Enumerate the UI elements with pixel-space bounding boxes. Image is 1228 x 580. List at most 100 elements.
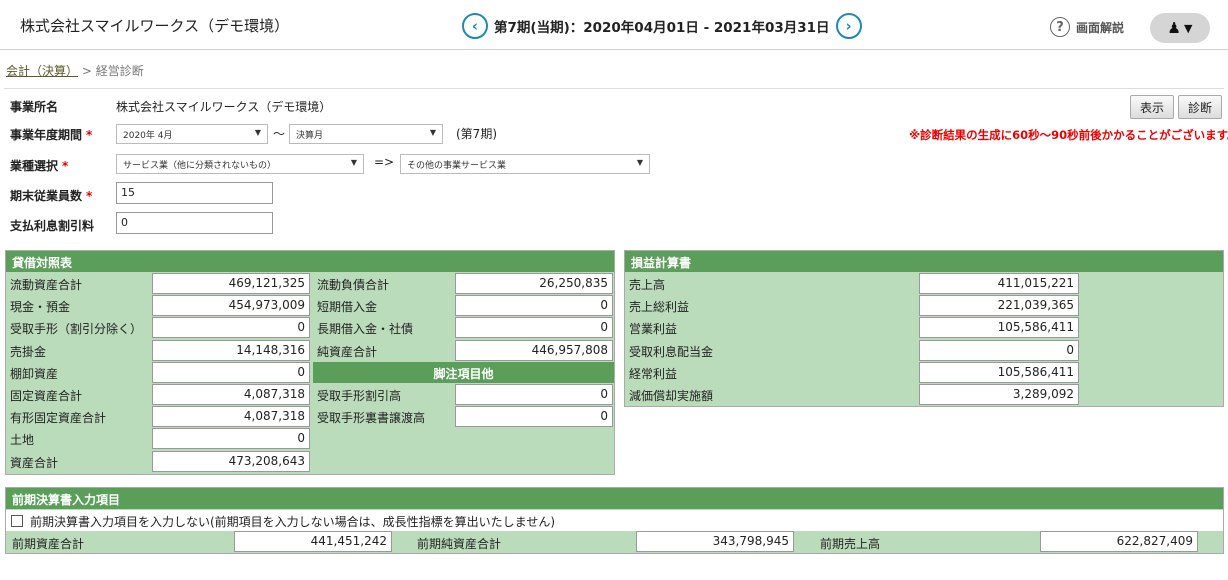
note-item-value[interactable]: 0: [455, 406, 613, 428]
previous-item-value[interactable]: 441,451,242: [234, 531, 392, 552]
income-item-value[interactable]: 105,586,411: [919, 361, 1079, 383]
income-item-label: 売上高: [629, 278, 666, 292]
balance-item-value[interactable]: 4,087,318: [152, 384, 310, 405]
income-item-value[interactable]: 0: [919, 339, 1079, 361]
previous-item-value[interactable]: 622,827,409: [1040, 531, 1198, 552]
breadcrumb-link-accounting[interactable]: 会計（決算）: [6, 64, 78, 78]
employees-label-text: 期末従業員数: [10, 189, 83, 203]
user-icon: ♟: [1167, 19, 1181, 37]
industry-sub-value: その他の事業サービス業: [407, 161, 507, 171]
industry-arrow: =>: [374, 155, 395, 169]
income-item-value[interactable]: 221,039,365: [919, 295, 1079, 317]
next-period-icon[interactable]: ›: [835, 13, 862, 39]
balance-item-value[interactable]: 14,148,316: [152, 339, 310, 361]
notice-text: ※診断結果の生成に60秒〜90秒前後かかることがございます。: [909, 128, 1228, 142]
balance-sheet-title: 貸借対照表: [6, 251, 614, 272]
note-item-value[interactable]: 0: [455, 384, 613, 405]
income-item-label: 受取利息配当金: [629, 344, 714, 359]
balance-item-label: 固定資産合計: [10, 389, 83, 403]
previous-item-label: 前期資産合計: [12, 537, 85, 551]
industry-sub-select[interactable]: その他の事業サービス業 ▼: [400, 154, 650, 174]
employees-label: 期末従業員数 *: [10, 189, 93, 203]
liability-item-value[interactable]: 0: [455, 295, 613, 317]
help-label: 画面解説: [1076, 20, 1125, 35]
balance-item-value[interactable]: 0: [152, 428, 310, 450]
question-icon: ?: [1050, 17, 1070, 37]
note-item-label: 受取手形割引高: [317, 389, 402, 403]
notes-title: 脚注項目他: [313, 362, 614, 383]
dropdown-arrow-icon: ▼: [429, 128, 436, 137]
balance-item-label: 土地: [10, 433, 35, 448]
period-to-select[interactable]: 決算月 ▼: [289, 124, 443, 144]
balance-item-label: 流動資産合計: [10, 278, 83, 292]
income-statement-title: 損益計算書: [625, 251, 1223, 272]
breadcrumb-current: > 経営診断: [81, 64, 144, 78]
balance-item-value[interactable]: 0: [152, 361, 310, 383]
dropdown-arrow-icon: ▼: [350, 158, 357, 167]
balance-sheet-panel: 貸借対照表 流動資産合計 469,121,325 現金・預金 454,973,009 受…: [5, 250, 615, 475]
income-item-label: 減価償却実施額: [629, 389, 714, 403]
previous-item-label: 前期売上高: [820, 537, 881, 551]
balance-item-value[interactable]: 469,121,325: [152, 273, 310, 294]
prev-period-icon[interactable]: ‹: [462, 13, 488, 39]
caret-down-icon: ▼: [1183, 21, 1193, 35]
previous-item-value[interactable]: 343,798,945: [636, 531, 794, 552]
liability-item-label: 短期借入金: [317, 300, 378, 315]
note-item-label: 受取手形裏書譲渡高: [317, 411, 426, 426]
income-item-value[interactable]: 411,015,221: [919, 273, 1079, 294]
balance-item-value[interactable]: 454,973,009: [152, 295, 310, 317]
help-button[interactable]: ? 画面解説: [1050, 17, 1124, 37]
previous-item-label: 前期純資産合計: [417, 537, 502, 551]
diagnose-button[interactable]: 診断: [1178, 95, 1222, 119]
interest-input[interactable]: 0: [116, 212, 273, 234]
office-value: 株式会社スマイルワークス（デモ環境）: [116, 100, 332, 114]
liability-item-value[interactable]: 0: [455, 317, 613, 339]
balance-item-label: 売掛金: [10, 344, 47, 359]
balance-item-label: 有形固定資産合計: [10, 411, 107, 426]
income-item-value[interactable]: 105,586,411: [919, 317, 1079, 339]
period-label: 第7期(当期)：2020年04月01日 - 2021年03月31日: [494, 20, 830, 36]
industry-label-text: 業種選択: [10, 159, 59, 173]
liability-item-label: 長期借入金・社債: [317, 322, 414, 337]
liability-item-value[interactable]: 26,250,835: [455, 273, 613, 294]
dropdown-arrow-icon: ▼: [636, 158, 643, 167]
liability-item-label: 流動負債合計: [317, 278, 390, 292]
breadcrumb: 会計（決算） > 経営診断: [6, 62, 144, 79]
previous-period-title: 前期決算書入力項目: [6, 488, 1223, 509]
industry-main-value: サービス業（他に分類されないもの）: [123, 161, 277, 171]
balance-item-value[interactable]: 0: [152, 317, 310, 339]
app-header: 株式会社スマイルワークス（デモ環境） ‹ 第7期(当期)：2020年04月01日…: [0, 0, 1228, 50]
income-statement-panel: 損益計算書 売上高 411,015,221 売上総利益 221,039,365 営業利益…: [624, 250, 1224, 407]
balance-item-label: 棚卸資産: [10, 366, 59, 381]
period-from-select[interactable]: 2020年 4月 ▼: [116, 124, 268, 144]
divider: [4, 88, 1224, 89]
period-to-value: 決算月: [296, 131, 324, 141]
income-item-label: 売上総利益: [629, 300, 690, 315]
period-term: (第7期): [456, 127, 497, 141]
fiscal-period-label: 事業年度期間 *: [10, 128, 93, 142]
previous-period-panel: 前期決算書入力項目 前期決算書入力項目を入力しない(前期項目を入力しない場合は、…: [5, 487, 1224, 554]
period-nav: ‹ 第7期(当期)：2020年04月01日 - 2021年03月31日 ›: [462, 12, 862, 40]
employees-input[interactable]: 15: [116, 182, 273, 204]
fiscal-period-label-text: 事業年度期間: [10, 128, 83, 142]
liability-item-label: 純資産合計: [317, 344, 378, 359]
balance-item-value[interactable]: 4,087,318: [152, 406, 310, 428]
balance-item-label: 現金・預金: [10, 300, 71, 315]
income-item-label: 経常利益: [629, 366, 678, 381]
skip-previous-checkbox[interactable]: [11, 515, 23, 527]
income-item-value[interactable]: 3,289,092: [919, 384, 1079, 405]
industry-label: 業種選択 *: [10, 159, 69, 173]
liability-item-value[interactable]: 446,957,808: [455, 339, 613, 361]
show-button[interactable]: 表示: [1130, 95, 1174, 119]
balance-item-value[interactable]: 473,208,643: [152, 450, 310, 472]
income-item-label: 営業利益: [629, 322, 678, 337]
office-label: 事業所名: [10, 100, 59, 114]
balance-item-label: 受取手形（割引分除く）: [10, 322, 143, 337]
industry-main-select[interactable]: サービス業（他に分類されないもの） ▼: [116, 154, 364, 174]
skip-previous-label: 前期決算書入力項目を入力しない(前期項目を入力しない場合は、成長性指標を算出いた…: [30, 515, 556, 529]
user-menu-button[interactable]: ♟ ▼: [1150, 13, 1210, 43]
interest-label: 支払利息割引料: [10, 219, 95, 233]
dropdown-arrow-icon: ▼: [254, 128, 261, 137]
period-tilde: 〜: [273, 127, 286, 141]
period-from-value: 2020年 4月: [123, 131, 173, 141]
